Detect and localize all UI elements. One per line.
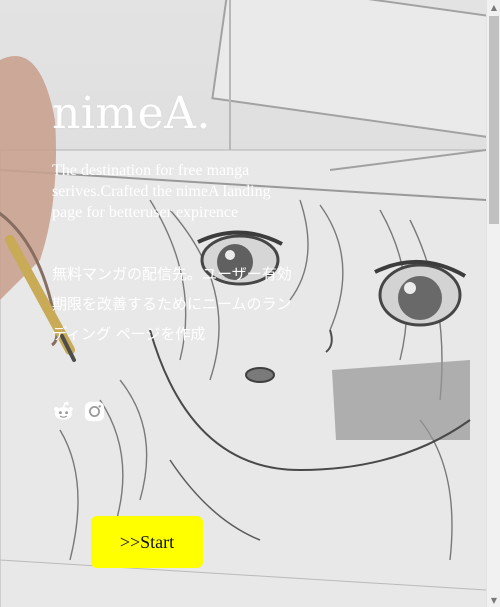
- start-button[interactable]: >>Start: [91, 516, 203, 568]
- brand-logo[interactable]: nimeA.: [52, 88, 211, 139]
- instagram-icon[interactable]: [83, 400, 106, 423]
- scroll-up-arrow-icon[interactable]: ▲: [487, 0, 500, 14]
- scroll-thumb[interactable]: [489, 16, 499, 224]
- scrollbar[interactable]: ▲ ▼: [486, 0, 500, 607]
- scroll-down-arrow-icon[interactable]: ▼: [487, 593, 500, 607]
- social-links: [52, 400, 106, 423]
- hero-description-en: The destination for free manga serives.C…: [52, 162, 271, 221]
- hero-description-jp: 無料マンガの配信先。ユーザー有効期限を改善するためにニームのランディング ページ…: [52, 265, 292, 343]
- reddit-icon[interactable]: [52, 400, 75, 423]
